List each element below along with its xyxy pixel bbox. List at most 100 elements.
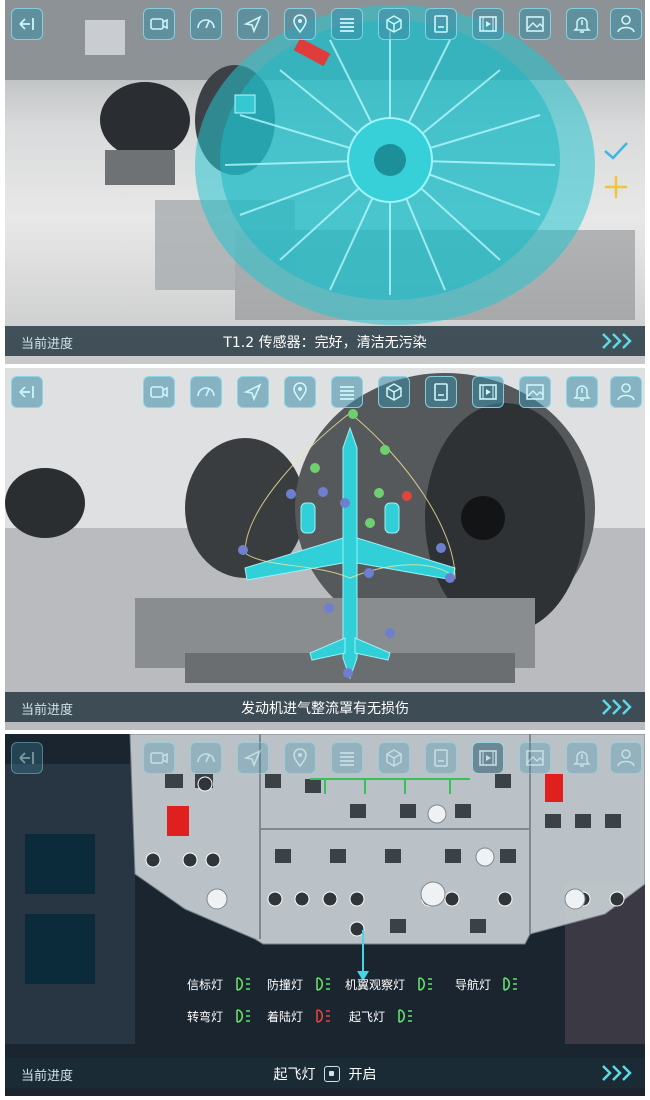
video-button[interactable] [472, 742, 504, 774]
light-on-icon [236, 977, 250, 991]
alert-button[interactable] [566, 742, 598, 774]
image-icon [526, 384, 544, 400]
user-button[interactable] [610, 8, 642, 40]
navigation-button[interactable] [237, 8, 269, 40]
alert-icon [573, 385, 591, 401]
light-label-anticollision: 防撞灯 [267, 978, 304, 992]
gauge-button[interactable] [190, 742, 222, 774]
image-button[interactable] [519, 8, 551, 40]
document-icon [434, 383, 448, 401]
cube-icon [386, 749, 402, 767]
gauge-button[interactable] [190, 376, 222, 408]
cube-icon [386, 15, 402, 33]
aircraft-hologram [238, 409, 456, 680]
toolbar-panel2 [5, 376, 645, 412]
alert-button[interactable] [566, 8, 598, 40]
status-light-label: 起飞灯 [273, 1067, 316, 1083]
location-button[interactable] [284, 8, 316, 40]
light-on-icon [236, 1009, 250, 1023]
ar-view-aircraft-walkaround: 当前进度 发动机进气整流罩有无损伤 [5, 368, 645, 730]
back-button[interactable] [11, 8, 43, 40]
camera-icon [150, 752, 168, 764]
gauge-icon [197, 753, 215, 763]
alert-icon [573, 751, 591, 767]
video-button[interactable] [472, 8, 504, 40]
user-button[interactable] [610, 742, 642, 774]
gauge-button[interactable] [190, 8, 222, 40]
status-light-value: 开启 [348, 1067, 377, 1083]
user-icon [617, 15, 635, 33]
light-on-icon [316, 977, 330, 991]
overhead-panel-hologram [129, 734, 645, 981]
status-text: T1.2 传感器：完好，清洁无污染 [223, 335, 427, 351]
next-step-icon[interactable] [601, 1063, 635, 1083]
user-button[interactable] [610, 376, 642, 408]
ar-view-engine-fan: 当前进度 T1.2 传感器：完好，清洁无污染 [5, 0, 645, 364]
camera-button[interactable] [143, 8, 175, 40]
alert-button[interactable] [566, 376, 598, 408]
location-icon [293, 382, 307, 402]
light-label-turnoff: 转弯灯 [187, 1010, 224, 1024]
list-icon [340, 18, 354, 32]
toolbar-panel3 [5, 742, 645, 778]
cube-button[interactable] [378, 376, 410, 408]
camera-button[interactable] [143, 742, 175, 774]
light-label-wing-inspection: 机翼观察灯 [345, 978, 406, 992]
gauge-icon [197, 387, 215, 397]
document-button[interactable] [425, 8, 457, 40]
location-icon [293, 14, 307, 34]
plus-icon[interactable] [603, 174, 629, 200]
status-text: 发动机进气整流罩有无损伤 [241, 701, 409, 717]
camera-button[interactable] [143, 376, 175, 408]
checkmark-icon[interactable] [603, 140, 629, 162]
cube-button[interactable] [378, 8, 410, 40]
light-label-takeoff: 起飞灯 [349, 1010, 386, 1024]
navigation-button[interactable] [237, 376, 269, 408]
image-button[interactable] [519, 376, 551, 408]
camera-icon [150, 18, 168, 30]
next-step-icon[interactable] [601, 697, 635, 717]
back-icon [19, 752, 34, 764]
back-icon [19, 18, 34, 30]
navigation-icon [243, 749, 262, 768]
user-icon [617, 383, 635, 401]
document-icon [434, 749, 448, 767]
navigation-icon [243, 15, 262, 34]
video-icon [479, 384, 497, 400]
light-off-icon [316, 1009, 330, 1023]
list-icon [340, 752, 354, 766]
light-label-beacon: 信标灯 [187, 978, 224, 992]
side-actions [603, 140, 629, 204]
cube-button[interactable] [378, 742, 410, 774]
image-icon [526, 16, 544, 32]
back-button[interactable] [11, 742, 43, 774]
fan-hologram [195, 5, 595, 325]
location-button[interactable] [284, 742, 316, 774]
light-label-navigation: 导航灯 [455, 978, 492, 992]
document-button[interactable] [425, 742, 457, 774]
location-button[interactable] [284, 376, 316, 408]
camera-icon [150, 386, 168, 398]
cube-icon [386, 383, 402, 401]
navigation-icon [243, 383, 262, 402]
ar-view-cockpit-panel: 信标灯 防撞灯 机翼观察灯 导航灯 转弯灯 着陆灯 起飞灯 当前进度 起飞灯 开… [5, 734, 645, 1096]
progress-bar: 当前进度 发动机进气整流罩有无损伤 [5, 692, 645, 722]
navigation-button[interactable] [237, 742, 269, 774]
gauge-icon [197, 19, 215, 29]
switch-icon [324, 1066, 340, 1082]
image-button[interactable] [519, 742, 551, 774]
list-icon [340, 386, 354, 400]
toolbar-panel1 [5, 8, 645, 44]
video-icon [479, 16, 497, 32]
back-icon [19, 386, 34, 398]
list-button[interactable] [331, 8, 363, 40]
list-button[interactable] [331, 742, 363, 774]
document-button[interactable] [425, 376, 457, 408]
list-button[interactable] [331, 376, 363, 408]
progress-bar: 当前进度 起飞灯 开启 [5, 1058, 645, 1088]
next-step-icon[interactable] [601, 331, 635, 351]
video-button[interactable] [472, 376, 504, 408]
status-text: 起飞灯 开启 [5, 1064, 645, 1084]
light-label-landing: 着陆灯 [267, 1010, 304, 1024]
back-button[interactable] [11, 376, 43, 408]
